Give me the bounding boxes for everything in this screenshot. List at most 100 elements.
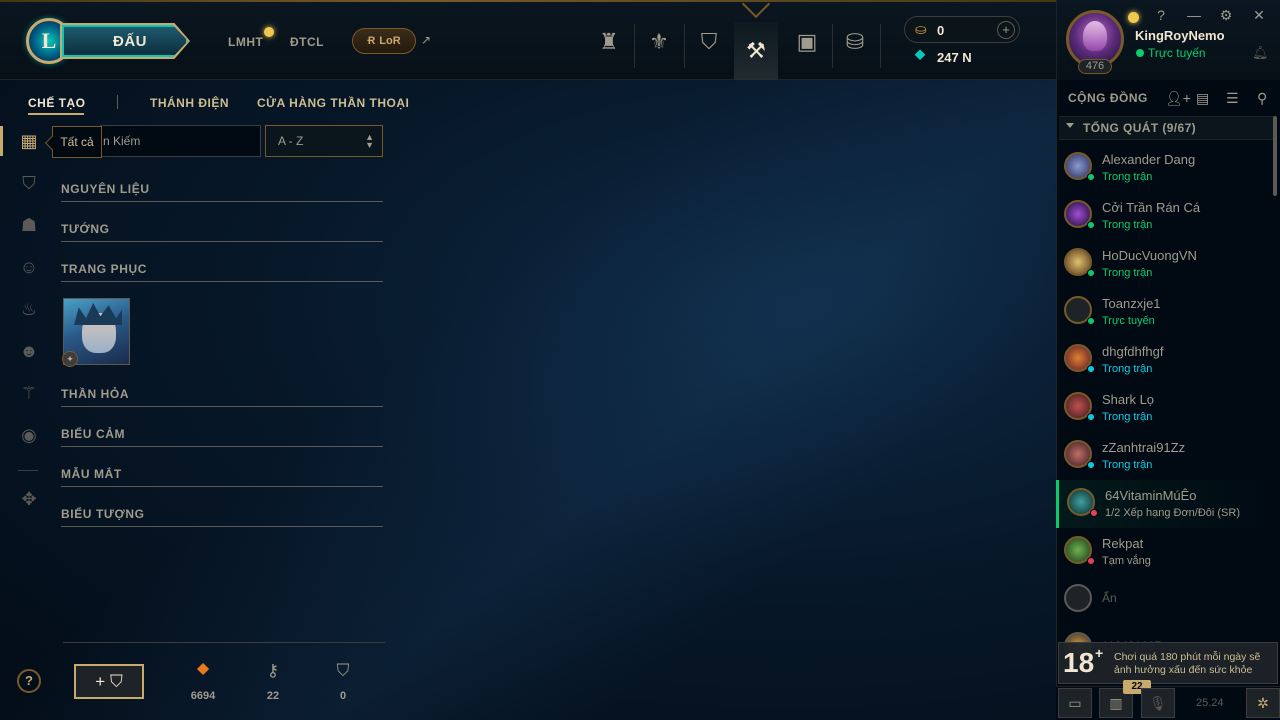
- friend-activity: Trong trận: [1102, 219, 1153, 231]
- username[interactable]: KingRoyNemo: [1135, 28, 1225, 43]
- add-friend-icon[interactable]: 👤︎+: [1165, 90, 1191, 107]
- tab-sanctum[interactable]: THÁNH ĐIỆN: [150, 96, 229, 110]
- friend-row[interactable]: Alexander Dang Trong trận: [1056, 144, 1273, 192]
- divider: [117, 95, 118, 109]
- friend-activity: Trong trận: [1102, 363, 1153, 375]
- category-eternals[interactable]: THẦN HỎA: [61, 387, 383, 407]
- list-view-icon[interactable]: ☰: [1226, 90, 1239, 107]
- blue-essence-value: 0: [937, 23, 945, 38]
- key-icon: ⚷: [266, 661, 280, 680]
- version-text: 25.24: [1196, 697, 1224, 709]
- age-rating-plus: +: [1095, 645, 1104, 661]
- friend-row[interactable]: dhgfdhfhgf Trong trận: [1056, 336, 1273, 384]
- nav-link-lmht[interactable]: LMHT: [228, 35, 263, 49]
- chevron-down-icon: [1066, 123, 1074, 128]
- craft-key-button[interactable]: + ⛉: [74, 664, 144, 699]
- age-warning-text: Chơi quá 180 phút mỗi ngày sẽ ảnh hưởng …: [1114, 651, 1261, 676]
- friend-activity: Trong trận: [1102, 411, 1153, 423]
- friend-row[interactable]: HoDucVuongVN Trong trận: [1056, 240, 1273, 288]
- other-icon[interactable]: ✥: [18, 488, 40, 510]
- store-icon[interactable]: ⛁: [833, 22, 877, 62]
- friend-row[interactable]: zZanhtrai91Zz Trong trận: [1056, 432, 1273, 480]
- divider: [63, 642, 385, 643]
- friend-activity: Trong trận: [1102, 267, 1153, 279]
- chest-count: 0: [339, 690, 347, 702]
- friend-row[interactable]: Toanzxje1 Trực tuyến: [1056, 288, 1273, 336]
- sort-dropdown[interactable]: A - Z ▲ ▼: [265, 125, 383, 157]
- friend-name: dhgfdhfhgf: [1102, 344, 1164, 359]
- friend-activity: 1/2 Xếp hạng Đơn/Đôi (SR): [1105, 507, 1241, 519]
- bug-report-icon[interactable]: ✲: [1246, 688, 1280, 718]
- friend-name: 64VitaminMúÊo: [1105, 488, 1197, 503]
- category-materials[interactable]: NGUYÊN LIỆU: [61, 182, 383, 202]
- microphone-icon[interactable]: 🎙︎: [1141, 688, 1175, 718]
- category-ward-skins[interactable]: MẪU MẮT: [61, 467, 383, 487]
- tab-crafting[interactable]: CHẾ TẠO: [28, 96, 86, 110]
- bell-icon[interactable]: 🔔︎: [1252, 45, 1269, 61]
- friend-status-dot: [1087, 365, 1095, 373]
- search-icon[interactable]: ⚲: [1257, 90, 1267, 107]
- friend-name: Rekpat: [1102, 536, 1144, 551]
- category-champions[interactable]: TƯỚNG: [61, 222, 383, 242]
- lor-button[interactable]: Ɍ LoR: [352, 28, 416, 54]
- chest-icon[interactable]: ⛉: [18, 172, 40, 194]
- honor-icon[interactable]: ⚜: [637, 22, 681, 62]
- add-folder-icon[interactable]: ▤: [1196, 90, 1209, 107]
- ward-flame-icon[interactable]: ♨: [18, 298, 40, 320]
- crafting-icon[interactable]: ⚒: [734, 22, 778, 80]
- friend-row[interactable]: 64VitaminMúÊo 1/2 Xếp hạng Đơn/Đôi (SR): [1056, 480, 1273, 528]
- friend-status-dot: [1087, 557, 1095, 565]
- emote-icon[interactable]: ☻: [18, 340, 40, 362]
- close-icon[interactable]: ✕: [1252, 8, 1266, 22]
- friend-status-dot: [1087, 269, 1095, 277]
- chat-icon[interactable]: ▭: [1058, 688, 1092, 718]
- active-filter-bar: [0, 126, 3, 156]
- settings-icon[interactable]: ⚙: [1219, 8, 1233, 22]
- skin-mask-icon[interactable]: ☺: [18, 256, 40, 278]
- riot-points-value: 247 N: [937, 50, 972, 65]
- buy-rp-plus-icon[interactable]: +: [997, 21, 1015, 39]
- friend-activity: Tạm vắng: [1102, 555, 1151, 567]
- blue-essence-icon: ⛀: [915, 21, 927, 37]
- orange-essence-icon: ⯁: [196, 661, 210, 680]
- play-button[interactable]: ĐẤU: [62, 25, 188, 57]
- scrollbar[interactable]: [1273, 116, 1277, 196]
- collection-icon[interactable]: ▣: [785, 22, 829, 62]
- nav-link-dtcl[interactable]: ĐTCL: [290, 35, 324, 49]
- friend-name: Alexander Dang: [1102, 152, 1196, 167]
- help-button[interactable]: ?: [17, 669, 41, 693]
- minimize-icon[interactable]: —: [1187, 8, 1201, 22]
- grid-icon[interactable]: ▦: [18, 130, 40, 152]
- friend-name: Ẩn: [1102, 591, 1117, 605]
- notification-dot: [264, 27, 274, 37]
- trophy-icon[interactable]: ♜: [587, 22, 631, 62]
- filter-tooltip: Tất cả: [52, 126, 102, 158]
- friend-activity: Trực tuyến: [1102, 315, 1155, 327]
- friend-status-dot: [1087, 221, 1095, 229]
- help-icon[interactable]: ?: [1154, 8, 1168, 22]
- profile-icon-icon[interactable]: ◉: [18, 424, 40, 446]
- friend-row[interactable]: Rekpat Tạm vắng: [1056, 528, 1273, 576]
- profile-notification-dot: [1128, 12, 1139, 23]
- sort-value: A - Z: [278, 134, 304, 148]
- tab-mythic-shop[interactable]: CỬA HÀNG THẦN THOẠI: [257, 96, 409, 110]
- eternals-icon[interactable]: ⚚: [18, 382, 40, 404]
- friend-row[interactable]: Cởi Trần Rán Cá Trong trận: [1056, 192, 1273, 240]
- friend-name: Shark Lọ: [1102, 392, 1155, 407]
- search-input[interactable]: n Kiếm: [100, 125, 261, 157]
- category-icons[interactable]: BIỂU TƯỢNG: [61, 507, 383, 527]
- champion-helmet-icon[interactable]: ☗: [18, 214, 40, 236]
- friend-name: HoDucVuongVN: [1102, 248, 1197, 263]
- friend-activity: Trong trận: [1102, 171, 1153, 183]
- friend-row[interactable]: Ẩn: [1056, 576, 1273, 624]
- category-skins[interactable]: TRANG PHỤC: [61, 262, 383, 282]
- inventory-icon[interactable]: ⛉: [687, 22, 731, 62]
- status-text[interactable]: Trực tuyến: [1148, 46, 1206, 60]
- divider: [880, 24, 881, 68]
- category-emotes[interactable]: BIỂU CẢM: [61, 427, 383, 447]
- friend-name: Cởi Trần Rán Cá: [1102, 200, 1201, 215]
- friend-group-title: TỔNG QUÁT (9/67): [1083, 121, 1197, 135]
- friend-activity: Trong trận: [1102, 459, 1153, 471]
- friend-row[interactable]: Shark Lọ Trong trận: [1056, 384, 1273, 432]
- friend-status-dot: [1087, 317, 1095, 325]
